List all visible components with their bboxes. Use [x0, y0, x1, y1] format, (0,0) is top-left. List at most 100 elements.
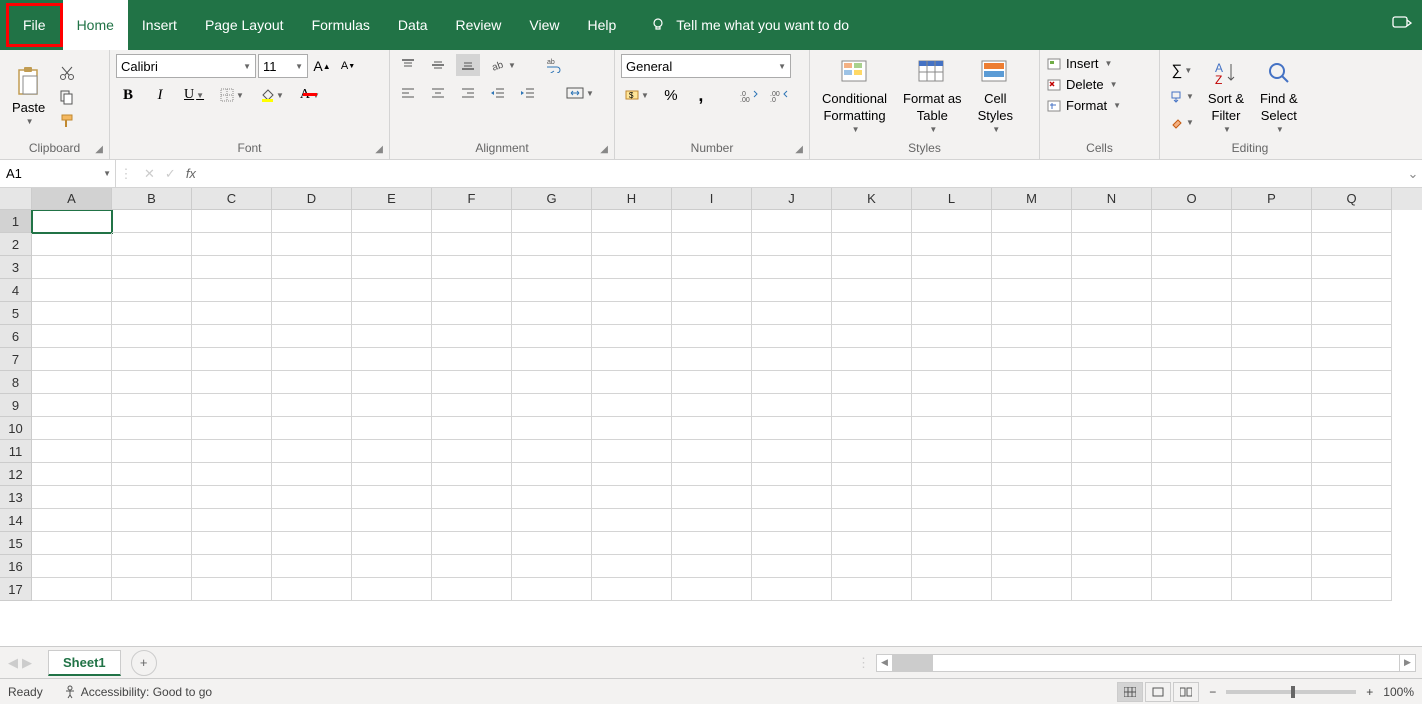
cell-H10[interactable] [592, 417, 672, 440]
cell-J12[interactable] [752, 463, 832, 486]
cell-H11[interactable] [592, 440, 672, 463]
cell-I16[interactable] [672, 555, 752, 578]
column-header-Q[interactable]: Q [1312, 188, 1392, 210]
cell-K3[interactable] [832, 256, 912, 279]
cell-P2[interactable] [1232, 233, 1312, 256]
cell-F9[interactable] [432, 394, 512, 417]
cell-M5[interactable] [992, 302, 1072, 325]
cell-B2[interactable] [112, 233, 192, 256]
cell-G16[interactable] [512, 555, 592, 578]
cell-K15[interactable] [832, 532, 912, 555]
cell-O5[interactable] [1152, 302, 1232, 325]
cell-L14[interactable] [912, 509, 992, 532]
cell-O1[interactable] [1152, 210, 1232, 233]
decrease-font-button[interactable]: A▼ [336, 55, 360, 77]
cell-K17[interactable] [832, 578, 912, 601]
cell-O2[interactable] [1152, 233, 1232, 256]
cell-D2[interactable] [272, 233, 352, 256]
row-header-13[interactable]: 13 [0, 486, 32, 509]
cell-B10[interactable] [112, 417, 192, 440]
cell-C17[interactable] [192, 578, 272, 601]
cell-C3[interactable] [192, 256, 272, 279]
name-box[interactable]: A1 ▼ [0, 160, 116, 187]
cell-K8[interactable] [832, 371, 912, 394]
sheet-tab-1[interactable]: Sheet1 [48, 650, 121, 676]
column-header-G[interactable]: G [512, 188, 592, 210]
row-header-9[interactable]: 9 [0, 394, 32, 417]
cell-N16[interactable] [1072, 555, 1152, 578]
cell-J14[interactable] [752, 509, 832, 532]
cell-G15[interactable] [512, 532, 592, 555]
cell-H7[interactable] [592, 348, 672, 371]
cell-L1[interactable] [912, 210, 992, 233]
cell-E13[interactable] [352, 486, 432, 509]
select-all-corner[interactable] [0, 188, 32, 210]
row-header-15[interactable]: 15 [0, 532, 32, 555]
number-launcher[interactable]: ◢ [795, 144, 803, 155]
cell-E2[interactable] [352, 233, 432, 256]
cell-G7[interactable] [512, 348, 592, 371]
cell-K1[interactable] [832, 210, 912, 233]
cell-C4[interactable] [192, 279, 272, 302]
cell-J10[interactable] [752, 417, 832, 440]
cell-L6[interactable] [912, 325, 992, 348]
cell-Q5[interactable] [1312, 302, 1392, 325]
tab-data[interactable]: Data [384, 0, 442, 50]
scroll-thumb[interactable] [893, 655, 933, 671]
cell-F6[interactable] [432, 325, 512, 348]
cell-L9[interactable] [912, 394, 992, 417]
cell-O14[interactable] [1152, 509, 1232, 532]
cell-Q11[interactable] [1312, 440, 1392, 463]
cell-H14[interactable] [592, 509, 672, 532]
cell-C12[interactable] [192, 463, 272, 486]
row-header-1[interactable]: 1 [0, 210, 32, 233]
cell-B12[interactable] [112, 463, 192, 486]
cell-I10[interactable] [672, 417, 752, 440]
column-header-A[interactable]: A [32, 188, 112, 210]
cell-P17[interactable] [1232, 578, 1312, 601]
cell-J11[interactable] [752, 440, 832, 463]
cell-N6[interactable] [1072, 325, 1152, 348]
horizontal-scrollbar[interactable]: ◀ ▶ [876, 654, 1416, 672]
cell-E11[interactable] [352, 440, 432, 463]
cell-D15[interactable] [272, 532, 352, 555]
cell-F8[interactable] [432, 371, 512, 394]
cell-C10[interactable] [192, 417, 272, 440]
cell-E16[interactable] [352, 555, 432, 578]
cell-F14[interactable] [432, 509, 512, 532]
cell-E15[interactable] [352, 532, 432, 555]
cell-C7[interactable] [192, 348, 272, 371]
cell-I17[interactable] [672, 578, 752, 601]
cell-J8[interactable] [752, 371, 832, 394]
cell-G3[interactable] [512, 256, 592, 279]
clear-button[interactable]: ▼ [1166, 112, 1198, 134]
cell-H8[interactable] [592, 371, 672, 394]
cell-L3[interactable] [912, 256, 992, 279]
cell-H2[interactable] [592, 233, 672, 256]
cell-I8[interactable] [672, 371, 752, 394]
cell-A5[interactable] [32, 302, 112, 325]
cell-L13[interactable] [912, 486, 992, 509]
cell-O9[interactable] [1152, 394, 1232, 417]
share-icon[interactable] [1392, 14, 1412, 32]
cell-styles-button[interactable]: Cell Styles▼ [972, 55, 1019, 137]
cell-J17[interactable] [752, 578, 832, 601]
cell-Q4[interactable] [1312, 279, 1392, 302]
cell-A10[interactable] [32, 417, 112, 440]
cell-L8[interactable] [912, 371, 992, 394]
normal-view-button[interactable] [1117, 682, 1143, 702]
cell-C16[interactable] [192, 555, 272, 578]
cell-F3[interactable] [432, 256, 512, 279]
alignment-launcher[interactable]: ◢ [600, 144, 608, 155]
cell-A9[interactable] [32, 394, 112, 417]
cell-P13[interactable] [1232, 486, 1312, 509]
cell-D3[interactable] [272, 256, 352, 279]
column-header-B[interactable]: B [112, 188, 192, 210]
formula-input[interactable] [204, 160, 1404, 187]
cell-B3[interactable] [112, 256, 192, 279]
cell-M15[interactable] [992, 532, 1072, 555]
cell-B7[interactable] [112, 348, 192, 371]
cell-K16[interactable] [832, 555, 912, 578]
cell-J4[interactable] [752, 279, 832, 302]
cell-D4[interactable] [272, 279, 352, 302]
